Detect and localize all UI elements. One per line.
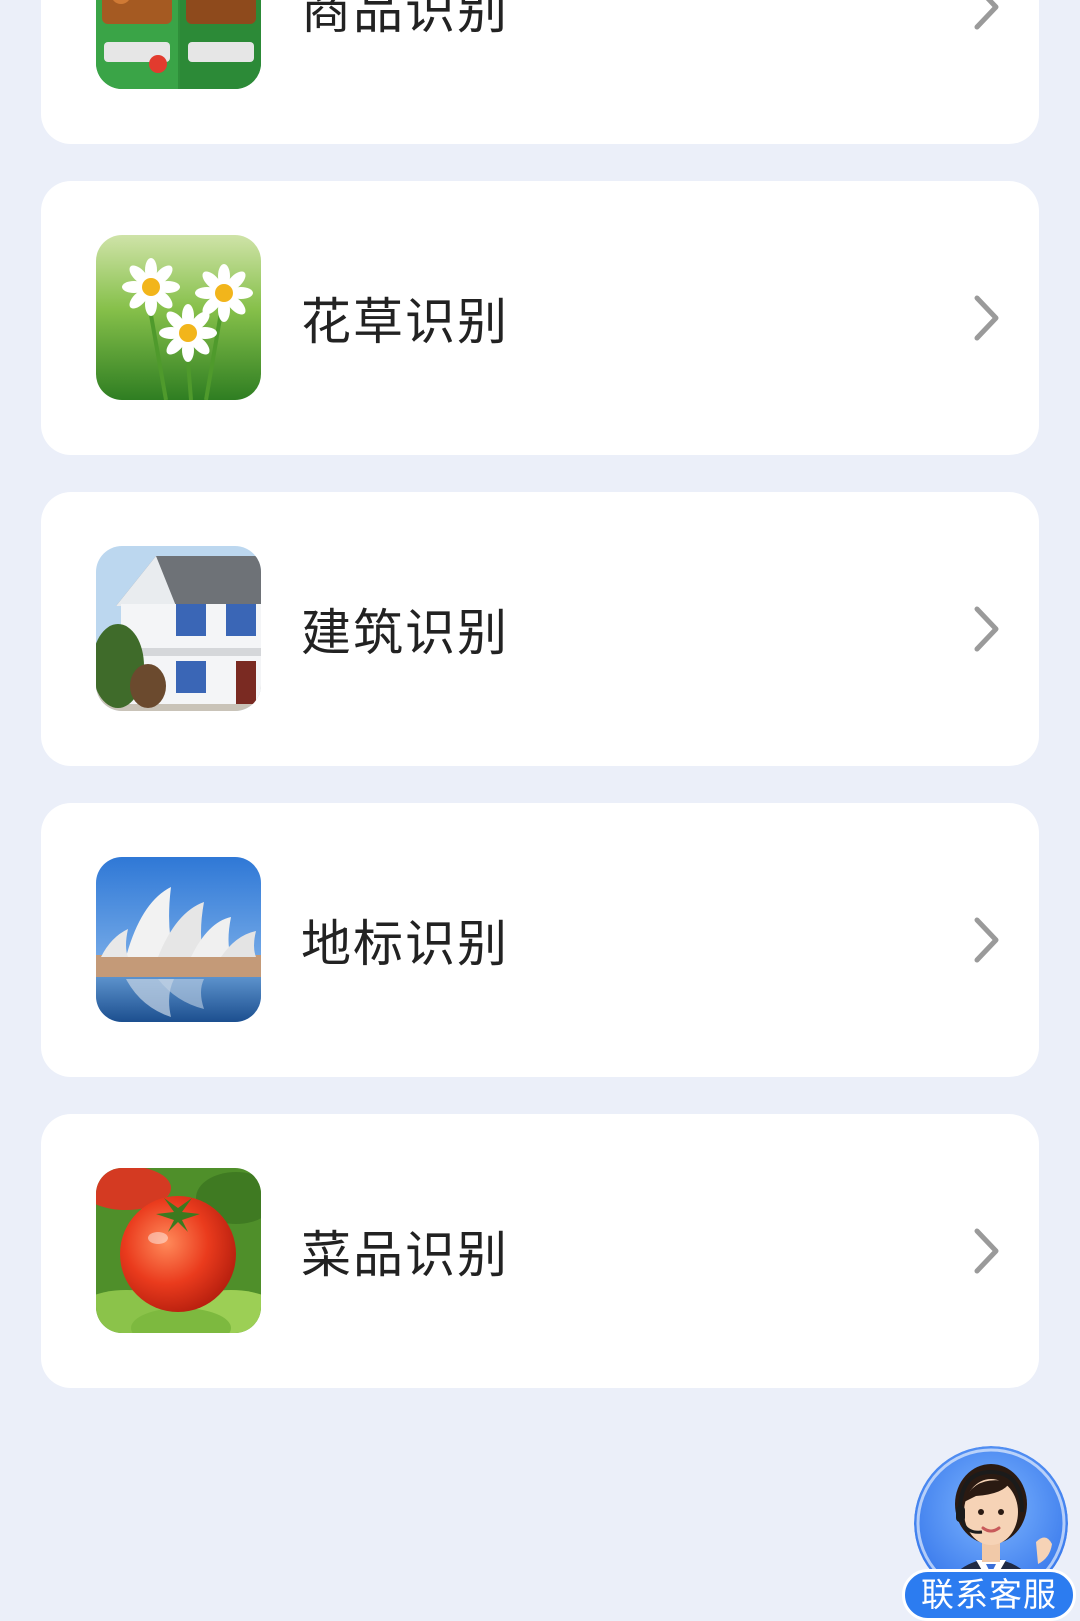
chevron-right-icon xyxy=(974,917,999,963)
item-label: 菜品识别 xyxy=(301,1226,509,1284)
list-item-building-recognition[interactable]: 建筑识别 xyxy=(41,492,1039,766)
chevron-right-icon xyxy=(974,606,999,652)
goods-image xyxy=(96,0,261,89)
chevron-right-icon xyxy=(974,295,999,341)
dish-image xyxy=(96,1168,261,1333)
item-label: 商品识别 xyxy=(301,0,509,40)
landmark-image xyxy=(96,857,261,1022)
list-item-landmark-recognition[interactable]: 地标识别 xyxy=(41,803,1039,1077)
building-image xyxy=(96,546,261,711)
list-item-goods-recognition[interactable]: 商品识别 xyxy=(41,0,1039,144)
customer-service-label: 联系客服 xyxy=(902,1569,1076,1621)
item-label: 建筑识别 xyxy=(301,604,509,662)
customer-service-button[interactable]: 联系客服 xyxy=(902,1446,1080,1621)
chevron-right-icon xyxy=(974,1228,999,1274)
list-item-flower-recognition[interactable]: 花草识别 xyxy=(41,181,1039,455)
item-label: 地标识别 xyxy=(301,915,509,973)
flower-image xyxy=(96,235,261,400)
list-item-dish-recognition[interactable]: 菜品识别 xyxy=(41,1114,1039,1388)
chevron-right-icon xyxy=(974,0,999,30)
item-label: 花草识别 xyxy=(301,293,509,351)
